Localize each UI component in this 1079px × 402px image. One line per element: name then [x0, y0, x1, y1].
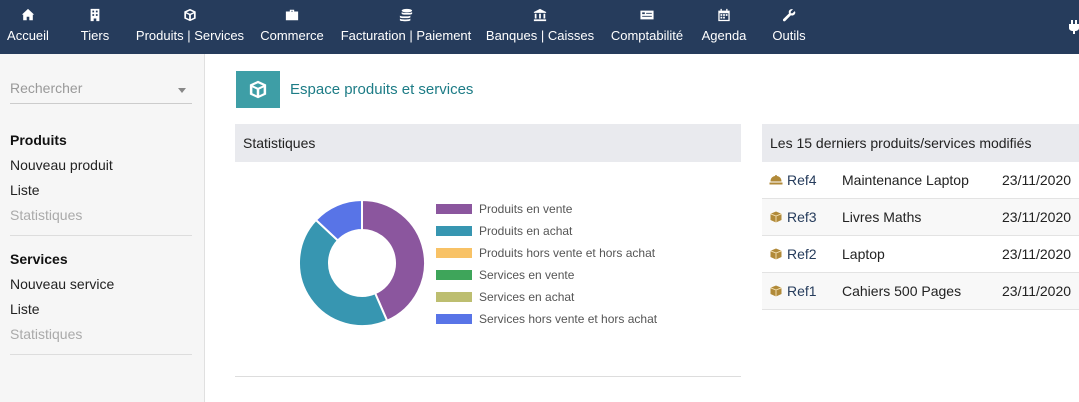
menu-link-nouveau-produit[interactable]: Nouveau produit: [10, 156, 192, 181]
plug-icon[interactable]: [1069, 20, 1079, 34]
legend-label: Services en vente: [479, 268, 575, 282]
menu-link-statistiques-produits: Statistiques: [10, 207, 83, 223]
product-ref-link[interactable]: Ref2: [787, 246, 817, 262]
nav-label: Accueil: [7, 28, 49, 43]
legend-label: Produits en achat: [479, 224, 573, 238]
menu-title-produits[interactable]: Produits: [10, 131, 192, 156]
product-ref-link[interactable]: Ref1: [787, 283, 817, 299]
chevron-down-icon: [178, 88, 186, 93]
nav-label: Facturation | Paiement: [340, 28, 472, 43]
recent-panel-header: Les 15 derniers produits/services modifi…: [762, 124, 1079, 162]
product-ref-link[interactable]: Ref3: [787, 209, 817, 225]
nav-label: Tiers: [80, 28, 110, 43]
nav-commerce[interactable]: Commerce: [258, 8, 326, 52]
service-bell-icon: [769, 173, 783, 185]
legend-swatch: [436, 292, 472, 302]
nav-label: Commerce: [260, 28, 324, 43]
product-cube-icon: [769, 210, 783, 223]
product-date: 23/11/2020: [1002, 246, 1072, 262]
donut-chart: [298, 198, 426, 327]
nav-facturation-paiement[interactable]: Facturation | Paiement: [338, 8, 474, 52]
wrench-icon: [768, 8, 810, 26]
legend-label: Produits hors vente et hors achat: [479, 246, 656, 260]
menu-link-liste-produits[interactable]: Liste: [10, 181, 192, 206]
nav-banques-caisses[interactable]: Banques | Caisses: [484, 8, 596, 52]
nav-label: Outils: [772, 28, 806, 43]
product-label: Laptop: [842, 246, 885, 262]
money-check-icon: [608, 8, 686, 26]
product-date: 23/11/2020: [1002, 283, 1072, 299]
table-row: Ref3 Livres Maths 23/11/2020: [762, 199, 1079, 236]
building-icon: [76, 8, 114, 26]
nav-produits-services[interactable]: Produits | Services: [134, 8, 246, 52]
product-date: 23/11/2020: [1002, 209, 1072, 225]
table-row: Ref1 Cahiers 500 Pages 23/11/2020: [762, 273, 1079, 310]
legend-label: Services hors vente et hors achat: [479, 312, 658, 326]
nav-outils[interactable]: Outils: [768, 8, 810, 52]
bank-icon: [484, 8, 596, 26]
stats-panel-header: Statistiques: [235, 124, 741, 162]
top-nav-bar: Accueil Tiers Produits | Services Commer…: [0, 0, 1079, 54]
product-date: 23/11/2020: [1002, 172, 1072, 188]
legend-swatch: [436, 270, 472, 280]
nav-tiers[interactable]: Tiers: [76, 8, 114, 52]
product-label: Maintenance Laptop: [842, 172, 969, 188]
menu-link-liste-services[interactable]: Liste: [10, 300, 192, 325]
table-row: Ref4 Maintenance Laptop 23/11/2020: [762, 162, 1079, 199]
left-sidebar: Rechercher Produits Nouveau produit List…: [0, 54, 205, 402]
coins-icon: [338, 8, 474, 26]
nav-label: Produits | Services: [135, 28, 245, 43]
legend-label: Services en achat: [479, 290, 575, 304]
legend-label: Produits en vente: [479, 202, 573, 216]
stats-divider: [235, 376, 741, 377]
product-label: Cahiers 500 Pages: [842, 283, 962, 299]
legend-swatch: [436, 226, 472, 236]
menu-group-services: Services Nouveau service Liste Statistiq…: [10, 250, 192, 350]
legend-swatch: [436, 248, 472, 258]
product-cube-icon: [769, 284, 783, 297]
legend-swatch: [436, 314, 472, 324]
cube-icon: [134, 8, 246, 26]
nav-label: Comptabilité: [610, 28, 684, 43]
product-ref-link[interactable]: Ref4: [787, 172, 817, 188]
menu-link-nouveau-service[interactable]: Nouveau service: [10, 275, 192, 300]
home-icon: [5, 8, 51, 26]
menu-divider: [10, 235, 192, 236]
search-placeholder: Rechercher: [10, 80, 83, 96]
page-title: Espace produits et services: [290, 81, 474, 98]
menu-link-statistiques-services: Statistiques: [10, 326, 83, 342]
cube-icon: [249, 80, 267, 99]
legend-swatch: [436, 204, 472, 214]
nav-comptabilite[interactable]: Comptabilité: [608, 8, 686, 52]
nav-label: Agenda: [701, 28, 747, 43]
briefcase-icon: [258, 8, 326, 26]
product-label: Livres Maths: [842, 209, 922, 225]
nav-accueil[interactable]: Accueil: [5, 8, 51, 52]
table-row: Ref2 Laptop 23/11/2020: [762, 236, 1079, 273]
search-select[interactable]: Rechercher: [10, 80, 192, 104]
nav-agenda[interactable]: Agenda: [698, 8, 750, 52]
menu-title-services[interactable]: Services: [10, 250, 192, 275]
menu-group-produits: Produits Nouveau produit Liste Statistiq…: [10, 131, 192, 231]
nav-label: Banques | Caisses: [485, 28, 595, 43]
calendar-icon: [698, 8, 750, 26]
menu-divider: [10, 354, 192, 355]
product-cube-icon: [769, 247, 783, 260]
page-icon-box: [236, 71, 280, 108]
